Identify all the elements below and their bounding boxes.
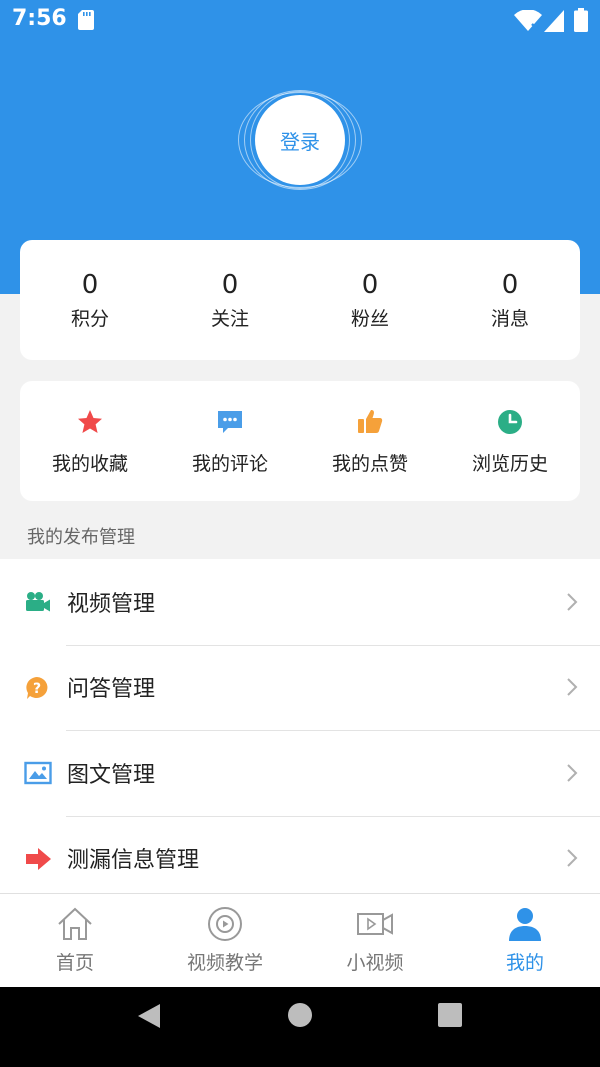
- list-item-leak-info-management[interactable]: 测漏信息管理: [0, 815, 600, 902]
- stat-label: 积分: [70, 307, 109, 330]
- back-icon[interactable]: [136, 1002, 162, 1030]
- arrow-right-icon: [26, 847, 51, 870]
- bottom-tab-bar: 首页 视频教学 小视频 我的: [0, 893, 600, 987]
- action-likes[interactable]: 我的点赞: [300, 381, 440, 501]
- section-title: 我的发布管理: [27, 527, 135, 548]
- login-button[interactable]: 登录: [255, 95, 345, 185]
- battery-icon: [574, 8, 588, 32]
- comment-icon: [218, 410, 242, 433]
- svg-text:?: ?: [33, 681, 41, 697]
- list-item-label: 视频管理: [67, 591, 156, 617]
- tab-short-video[interactable]: 小视频: [300, 894, 450, 987]
- tab-label: 视频教学: [186, 952, 263, 974]
- stats-card: 0 积分 0 关注 0 粉丝 0 消息: [20, 240, 580, 360]
- stat-value: 0: [361, 269, 379, 300]
- chevron-right-icon: [567, 764, 578, 782]
- list-item-label: 图文管理: [67, 762, 156, 788]
- star-icon: [78, 409, 102, 433]
- tab-label: 首页: [55, 952, 94, 974]
- stat-label: 消息: [490, 307, 529, 330]
- stat-value: 0: [81, 269, 99, 300]
- question-bubble-icon: ?: [26, 676, 48, 699]
- wifi-icon: [514, 10, 542, 31]
- video-camera-icon: [26, 592, 50, 612]
- action-favorites[interactable]: 我的收藏: [20, 381, 160, 501]
- recent-apps-icon[interactable]: [438, 1003, 462, 1027]
- status-time: 7:56: [12, 6, 67, 31]
- quick-actions-card: 我的收藏 我的评论 我的点赞 浏览历史: [20, 381, 580, 501]
- stat-label: 粉丝: [350, 307, 389, 330]
- list-item-qa-management[interactable]: ? 问答管理: [0, 644, 600, 731]
- system-navigation-bar: [0, 987, 600, 1067]
- list-item-graphic-management[interactable]: 图文管理: [0, 730, 600, 816]
- chevron-right-icon: [567, 593, 578, 611]
- status-bar: 7:56: [0, 0, 600, 42]
- stat-value: 0: [221, 269, 239, 300]
- tab-label: 小视频: [346, 952, 404, 974]
- stat-fans[interactable]: 0 粉丝: [300, 240, 440, 360]
- publish-list: 视频管理 ? 问答管理 图文管理 测漏信息管理: [0, 559, 600, 901]
- action-label: 我的收藏: [51, 452, 128, 475]
- list-item-label: 测漏信息管理: [67, 848, 200, 874]
- list-item-video-management[interactable]: 视频管理: [0, 559, 600, 645]
- stat-value: 0: [501, 269, 519, 300]
- stat-messages[interactable]: 0 消息: [440, 240, 580, 360]
- action-history[interactable]: 浏览历史: [440, 381, 580, 501]
- tab-video-teaching[interactable]: 视频教学: [150, 894, 300, 987]
- list-item-label: 问答管理: [67, 677, 156, 703]
- chevron-right-icon: [567, 678, 578, 696]
- home-icon: [58, 907, 92, 940]
- stat-label: 关注: [210, 307, 249, 330]
- action-label: 我的点赞: [331, 452, 408, 475]
- chevron-right-icon: [567, 849, 578, 867]
- user-icon: [509, 908, 541, 941]
- clock-icon: [498, 409, 522, 434]
- home-circle-icon[interactable]: [287, 1002, 313, 1028]
- sd-card-icon: [78, 10, 94, 30]
- action-label: 我的评论: [191, 452, 268, 475]
- action-comments[interactable]: 我的评论: [160, 381, 300, 501]
- video-frame-icon: [357, 913, 393, 935]
- tab-label: 我的: [505, 952, 544, 974]
- tab-mine[interactable]: 我的: [450, 894, 600, 987]
- thumbs-up-icon: [358, 409, 383, 433]
- login-avatar: 登录: [238, 90, 362, 190]
- stat-following[interactable]: 0 关注: [160, 240, 300, 360]
- action-label: 浏览历史: [471, 452, 548, 475]
- signal-icon: [544, 10, 564, 32]
- play-disc-icon: [208, 907, 242, 941]
- stat-points[interactable]: 0 积分: [20, 240, 160, 360]
- image-icon: [24, 761, 52, 785]
- tab-home[interactable]: 首页: [0, 894, 150, 987]
